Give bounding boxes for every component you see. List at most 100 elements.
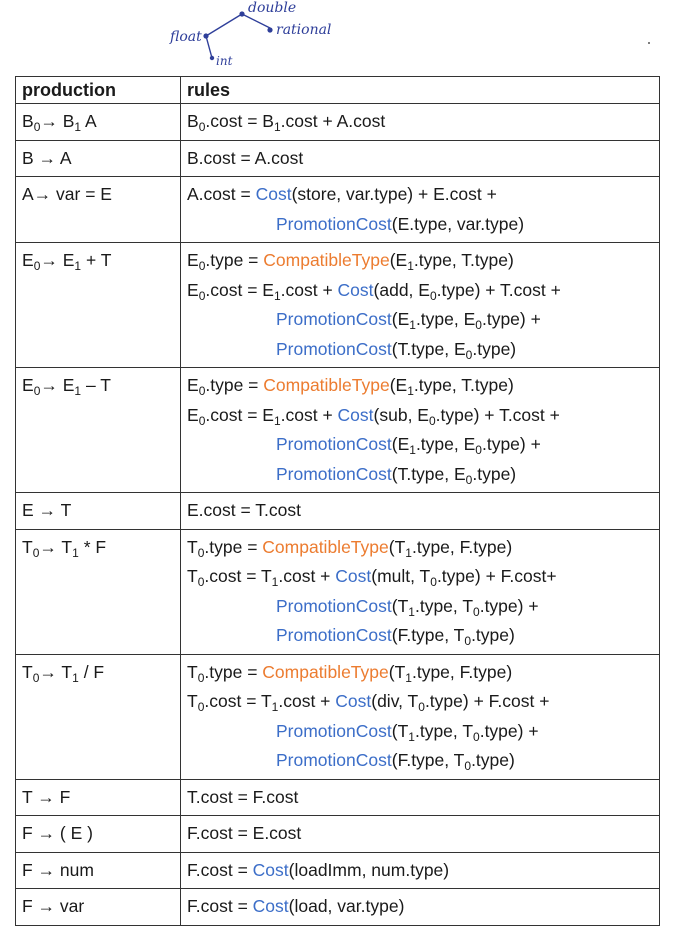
table-row: F → ( E ) F.cost = E.cost bbox=[15, 815, 660, 853]
function-name: CompatibleType bbox=[262, 661, 389, 682]
rule-line: T0.cost = T1.cost + Cost(mult, T0.type) … bbox=[187, 566, 557, 589]
lattice-node-bottom: int bbox=[216, 54, 233, 68]
function-name: PromotionCost bbox=[276, 595, 392, 616]
rules-cell: E0.type = CompatibleType(E1.type, T.type… bbox=[180, 242, 660, 368]
production-cell: F → ( E ) bbox=[15, 815, 181, 853]
production-cell: A→ var = E bbox=[15, 176, 181, 243]
table-row: F → var F.cost = Cost(load, var.type) bbox=[15, 888, 660, 926]
function-name: CompatibleType bbox=[263, 375, 390, 395]
function-name: PromotionCost bbox=[276, 213, 392, 234]
production-text: F → var bbox=[22, 896, 85, 916]
table-row: B0→ B1 A B0.cost = B1.cost + A.cost bbox=[15, 103, 660, 141]
function-name: Cost bbox=[255, 184, 292, 204]
production-text: A→ var = E bbox=[22, 184, 112, 204]
rules-cell: A.cost = Cost(store, var.type) + E.cost … bbox=[180, 176, 660, 243]
rule-line: E0.cost = E1.cost + Cost(add, E0.type) +… bbox=[187, 279, 561, 303]
rule-line: F.cost = Cost(load, var.type) bbox=[187, 896, 405, 916]
rules-cell: T0.type = CompatibleType(T1.type, F.type… bbox=[180, 528, 660, 655]
function-name: Cost bbox=[335, 566, 372, 586]
function-name: PromotionCost bbox=[276, 750, 392, 770]
rules-cell: B.cost = A.cost bbox=[180, 139, 660, 177]
rule-line: E0.type = CompatibleType(E1.type, T.type… bbox=[187, 250, 514, 273]
production-cell: F → var bbox=[15, 888, 181, 926]
production-text: B → A bbox=[22, 147, 72, 168]
rule-line: T0.type = CompatibleType(T1.type, F.type… bbox=[187, 536, 513, 560]
production-text: B0→ B1 A bbox=[22, 111, 97, 134]
rules-cell: F.cost = Cost(loadImm, num.type) bbox=[180, 851, 660, 889]
production-text: T0→ T1 / F bbox=[22, 661, 105, 685]
rule-line: T.cost = F.cost bbox=[187, 786, 299, 807]
rule-line: PromotionCost(F.type, T0.type) bbox=[276, 750, 515, 773]
production-text: E → T bbox=[22, 500, 72, 520]
rule-line: PromotionCost(T.type, E0.type) bbox=[276, 463, 517, 487]
production-cell: E0→ E1 + T bbox=[15, 242, 181, 368]
rule-line: PromotionCost(E.type, var.type) bbox=[276, 213, 525, 234]
table-row: T0→ T1 * F T0.type = CompatibleType(T1.ty… bbox=[15, 528, 660, 655]
rule-line: E0.cost = E1.cost + Cost(sub, E0.type) +… bbox=[187, 404, 560, 428]
production-text: F → num bbox=[22, 859, 94, 880]
table-row: T → F T.cost = F.cost bbox=[15, 778, 660, 816]
function-name: PromotionCost bbox=[276, 338, 392, 359]
function-name: PromotionCost bbox=[276, 309, 392, 329]
production-text: F → ( E ) bbox=[22, 823, 93, 843]
table-row: F → num F.cost = Cost(loadImm, num.type) bbox=[15, 851, 660, 889]
type-lattice-sketch: double float rational int bbox=[169, 0, 331, 68]
table-row: E → T E.cost = T.cost bbox=[15, 492, 660, 530]
function-name: CompatibleType bbox=[262, 536, 389, 557]
rule-line: PromotionCost(F.type, T0.type) bbox=[276, 625, 515, 648]
function-name: PromotionCost bbox=[276, 463, 392, 484]
table-row: B → A B.cost = A.cost bbox=[15, 139, 660, 177]
rule-line: B0.cost = B1.cost + A.cost bbox=[187, 111, 386, 134]
lattice-edge-float-int bbox=[205, 35, 213, 59]
rule-line: PromotionCost(T1.type, T0.type) + bbox=[276, 720, 539, 744]
function-name: Cost bbox=[252, 859, 289, 880]
function-name: PromotionCost bbox=[276, 720, 392, 741]
rules-cell: T.cost = F.cost bbox=[180, 778, 660, 816]
function-name: PromotionCost bbox=[276, 625, 392, 645]
production-text: T0→ T1 * F bbox=[22, 536, 107, 560]
rule-line: T0.type = CompatibleType(T1.type, F.type… bbox=[187, 661, 513, 685]
rules-cell: F.cost = E.cost bbox=[180, 815, 660, 853]
function-name: CompatibleType bbox=[263, 250, 390, 270]
table-row: E0→ E1 + T E0.type = CompatibleType(E1.ty… bbox=[15, 242, 660, 368]
rule-line: T0.cost = T1.cost + Cost(div, T0.type) +… bbox=[187, 691, 550, 714]
production-text: E0→ E1 – T bbox=[22, 375, 111, 398]
table-row: A→ var = E A.cost = Cost(store, var.type)… bbox=[15, 176, 660, 243]
header-production: production bbox=[15, 76, 181, 104]
lattice-node-left: float bbox=[169, 29, 202, 45]
table-header-row: production rules bbox=[15, 76, 660, 104]
lattice-edge-float-double bbox=[205, 13, 243, 37]
function-name: Cost bbox=[335, 691, 372, 711]
production-cell: T0→ T1 / F bbox=[15, 653, 181, 780]
function-name: PromotionCost bbox=[276, 434, 392, 454]
rule-line: F.cost = E.cost bbox=[187, 823, 302, 843]
rule-line: PromotionCost(T1.type, T0.type) + bbox=[276, 595, 539, 619]
rules-cell: E0.type = CompatibleType(E1.type, T.type… bbox=[180, 367, 660, 493]
table-row: T0→ T1 / F T0.type = CompatibleType(T1.ty… bbox=[15, 653, 660, 780]
lattice-node-top: double bbox=[248, 0, 296, 16]
production-cell: T0→ T1 * F bbox=[15, 528, 181, 655]
rules-cell: B0.cost = B1.cost + A.cost bbox=[180, 103, 660, 141]
header-rules: rules bbox=[180, 76, 660, 104]
rule-line: E0.type = CompatibleType(E1.type, T.type… bbox=[187, 375, 514, 398]
production-cell: E0→ E1 – T bbox=[15, 367, 181, 493]
stray-mark bbox=[648, 42, 650, 44]
production-cell: E → T bbox=[15, 492, 181, 530]
lattice-edge-double-rational bbox=[241, 13, 271, 29]
lattice-node-right: rational bbox=[276, 22, 331, 38]
production-cell: F → num bbox=[15, 851, 181, 889]
rule-line: E.cost = T.cost bbox=[187, 500, 301, 520]
rules-cell: E.cost = T.cost bbox=[180, 492, 660, 530]
production-cell: T → F bbox=[15, 778, 181, 816]
rule-line: A.cost = Cost(store, var.type) + E.cost … bbox=[187, 184, 497, 204]
rule-line: F.cost = Cost(loadImm, num.type) bbox=[187, 859, 450, 880]
function-name: Cost bbox=[337, 404, 374, 425]
rule-line: PromotionCost(E1.type, E0.type) + bbox=[276, 309, 541, 332]
rule-line: B.cost = A.cost bbox=[187, 147, 304, 168]
rules-cell: T0.type = CompatibleType(T1.type, F.type… bbox=[180, 653, 660, 780]
rules-cell: F.cost = Cost(load, var.type) bbox=[180, 888, 660, 926]
production-text: E0→ E1 + T bbox=[22, 250, 112, 273]
rule-line: PromotionCost(E1.type, E0.type) + bbox=[276, 434, 541, 457]
function-name: Cost bbox=[337, 279, 374, 300]
production-cell: B → A bbox=[15, 139, 181, 177]
